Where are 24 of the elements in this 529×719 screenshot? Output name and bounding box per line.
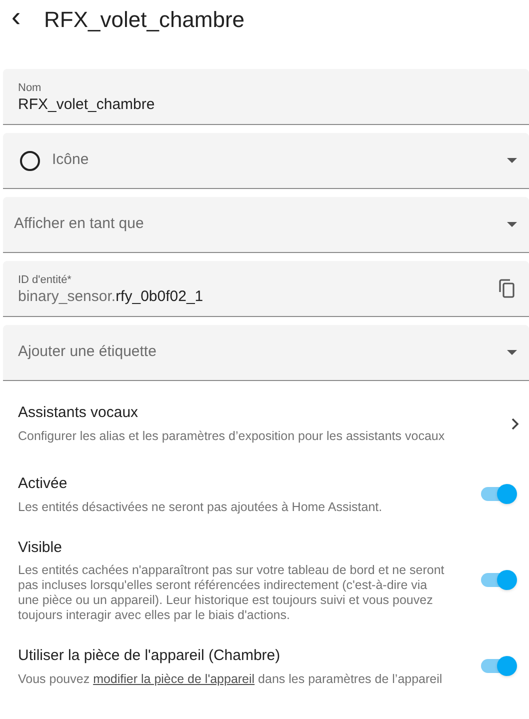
dropdown-caret-icon	[507, 158, 517, 163]
setting-description: Les entités cachées n'apparaîtront pas sur votre tableau de bord et ne seront pas incluses lorsqu'elles seront référencées indirectement (c'est-à-dire via une pièce ou un appareil). Leur historique est toujours suivi et vous pouvez toujours interagir avec elles par le biais d'actions.	[18, 563, 446, 623]
chevron-right-icon	[511, 418, 519, 430]
select-field[interactable]: Afficher en tant que	[3, 197, 529, 253]
voice-assistants-row[interactable]: Assistants vocaux Configurer les alias et les paramètres d’exposition pour les assistants vocaux	[0, 401, 529, 447]
dropdown-caret-icon	[507, 350, 517, 355]
copy-icon	[499, 279, 515, 298]
toggle-switch[interactable]	[481, 484, 517, 504]
select-field[interactable]: Icône	[3, 133, 529, 189]
back-button[interactable]: ‹	[8, 3, 24, 35]
setting-title: Utiliser la pièce de l'appareil (Chambre)	[18, 646, 280, 666]
setting-description: Vous pouvez modifier la pièce de l'appareil dans les paramètres de l’appareil	[18, 672, 444, 686]
setting-description: Les entités désactivées ne seront pas ajoutées à Home Assistant.	[18, 500, 384, 514]
row-description: Configurer les alias et les paramètres d’exposition pour les assistants vocaux	[18, 428, 445, 446]
toggle-switch[interactable]	[481, 570, 517, 590]
page-title: RFX_volet_chambre	[44, 6, 245, 34]
copy-button[interactable]	[497, 278, 517, 298]
row-title: Assistants vocaux	[18, 402, 138, 423]
device-area-link[interactable]: modifier la pièce de l'appareil	[93, 672, 255, 686]
select-field[interactable]: Ajouter une étiquette	[3, 325, 529, 381]
setting-title: Visible	[18, 538, 62, 558]
setting-title: Activée	[18, 474, 68, 494]
dropdown-caret-icon	[507, 222, 517, 227]
toggle-switch[interactable]	[481, 656, 517, 676]
